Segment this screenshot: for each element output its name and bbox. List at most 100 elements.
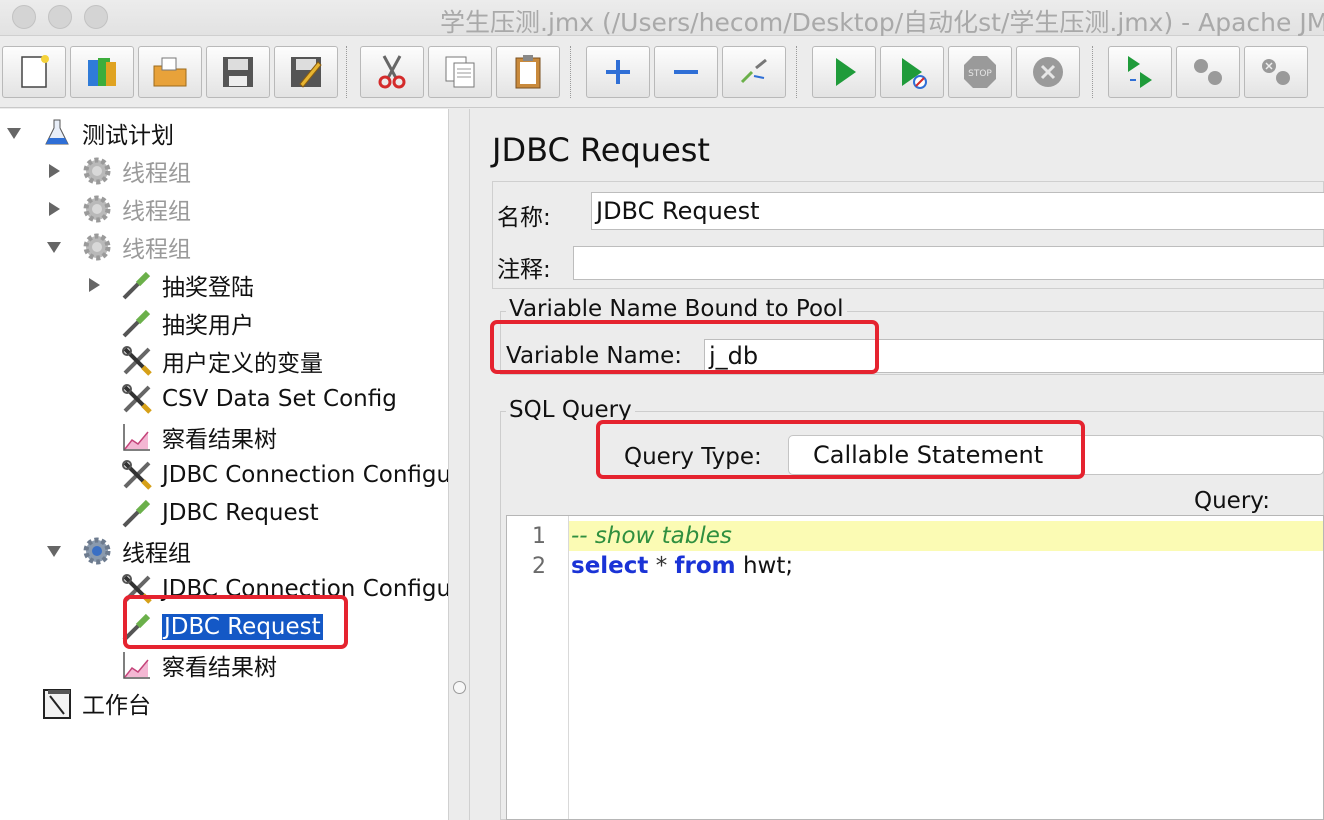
workbench-icon: [38, 685, 76, 721]
query-label: Query:: [1194, 488, 1270, 514]
save-button[interactable]: [206, 46, 270, 98]
save-as-button[interactable]: [274, 46, 338, 98]
name-field[interactable]: JDBC Request: [591, 192, 1324, 230]
tree-item-label: 抽奖用户: [162, 313, 254, 339]
remote-start-icon: [1128, 56, 1152, 88]
zoom-window-button[interactable]: [84, 5, 108, 29]
cut-button[interactable]: [360, 46, 424, 98]
tree-item-label: 工作台: [82, 693, 151, 719]
remote-stop-icon: [1194, 59, 1222, 85]
tree-item-test-plan[interactable]: 测试计划: [38, 115, 174, 151]
window-title: 学生压测.jmx (/Users/hecom/Desktop/自动化st/学生压…: [440, 8, 1324, 37]
tree-item-config[interactable]: CSV Data Set Config: [118, 381, 397, 417]
tree-item-config[interactable]: JDBC Connection Configu: [118, 457, 451, 493]
save-icon: [223, 57, 253, 87]
sql-operator: *: [648, 553, 675, 579]
annotation-box: [123, 595, 348, 649]
expanded-arrow-icon[interactable]: [6, 125, 22, 141]
toolbar-separator: [346, 46, 348, 98]
pipette-icon: [118, 495, 156, 531]
tree-item-sampler[interactable]: JDBC Request: [118, 495, 319, 531]
tree-item-label: 察看结果树: [162, 427, 277, 453]
tree-item-config[interactable]: 用户定义的变量: [118, 343, 323, 379]
expanded-arrow-icon[interactable]: [46, 239, 62, 255]
start-button[interactable]: [812, 46, 876, 98]
new-button[interactable]: [2, 46, 66, 98]
wrench-icon: [118, 457, 156, 493]
minimize-window-button[interactable]: [48, 5, 72, 29]
expanded-arrow-icon[interactable]: [46, 543, 62, 559]
name-comment-section: 名称: JDBC Request 注释:: [492, 181, 1324, 289]
comment-field[interactable]: [573, 246, 1324, 280]
graph-icon: [118, 647, 156, 683]
sql-keyword: from: [674, 553, 736, 579]
stop-button[interactable]: STOP: [948, 46, 1012, 98]
tree-item-workbench[interactable]: 工作台: [38, 685, 151, 721]
pool-group-title: Variable Name Bound to Pool: [506, 296, 847, 322]
shutdown-icon: [1033, 57, 1063, 87]
sql-comment: -- show tables: [571, 523, 732, 549]
expand-all-button[interactable]: [586, 46, 650, 98]
paste-button[interactable]: [496, 46, 560, 98]
open-button[interactable]: [138, 46, 202, 98]
collapse-all-button[interactable]: [654, 46, 718, 98]
toggle-button[interactable]: [722, 46, 786, 98]
code-line-2[interactable]: select * from hwt;: [569, 551, 1323, 581]
templates-icon: [88, 58, 116, 86]
toolbar-separator: [1092, 46, 1094, 98]
pipette-icon: [118, 305, 156, 341]
line-number: 2: [532, 554, 546, 579]
collapsed-arrow-icon[interactable]: [86, 277, 102, 293]
remote-shutdown-icon: [1262, 59, 1290, 85]
query-editor[interactable]: 1 2 -- show tables select * from hwt;: [506, 515, 1324, 820]
gear-icon: [78, 153, 116, 189]
tree-item-label: 用户定义的变量: [162, 351, 323, 377]
collapsed-arrow-icon[interactable]: [46, 201, 62, 217]
tree-item-label: 抽奖登陆: [162, 275, 254, 301]
annotation-box: [490, 320, 879, 374]
toolbar: STOP: [0, 36, 1324, 108]
stop-icon: STOP: [964, 56, 996, 88]
close-window-button[interactable]: [12, 5, 36, 29]
test-plan-tree: 测试计划 线程组 线程组 线程组 抽奖登陆 抽奖用户 用户定义的变量 CSV D…: [0, 109, 451, 820]
start-no-pauses-button[interactable]: [880, 46, 944, 98]
toggle-icon: [740, 58, 767, 84]
collapse-icon: [674, 70, 698, 74]
tree-item-listener[interactable]: 察看结果树: [118, 647, 277, 683]
wrench-icon: [118, 381, 156, 417]
start-icon: [836, 58, 856, 86]
wrench-icon: [118, 343, 156, 379]
tree-item-label: 察看结果树: [162, 655, 277, 681]
pipette-icon: [118, 267, 156, 303]
tree-item-sampler[interactable]: 抽奖用户: [118, 305, 254, 341]
remote-start-button[interactable]: [1108, 46, 1172, 98]
divider-knob[interactable]: [453, 681, 466, 694]
tree-item-thread-group[interactable]: 线程组: [78, 229, 191, 265]
gear-icon: [78, 191, 116, 227]
save-as-icon: [291, 57, 322, 88]
annotation-box: [596, 420, 1085, 479]
tree-item-thread-group[interactable]: 线程组: [78, 533, 191, 569]
tree-item-label: JDBC Request: [162, 500, 319, 526]
cut-icon: [378, 55, 406, 89]
copy-button[interactable]: [428, 46, 492, 98]
test-plan-icon: [38, 115, 76, 151]
toolbar-separator: [570, 46, 572, 98]
remote-shutdown-button[interactable]: [1244, 46, 1308, 98]
tree-item-thread-group[interactable]: 线程组: [78, 191, 191, 227]
page-title: JDBC Request: [492, 131, 710, 169]
shutdown-button[interactable]: [1016, 46, 1080, 98]
comment-label: 注释:: [497, 257, 551, 283]
gear-icon: [78, 533, 116, 569]
remote-stop-button[interactable]: [1176, 46, 1240, 98]
code-line-1[interactable]: -- show tables: [569, 521, 1323, 551]
collapsed-arrow-icon[interactable]: [46, 163, 62, 179]
tree-item-listener[interactable]: 察看结果树: [118, 419, 277, 455]
tree-item-sampler[interactable]: 抽奖登陆: [118, 267, 254, 303]
split-pane-divider[interactable]: [448, 109, 470, 820]
graph-icon: [118, 419, 156, 455]
templates-button[interactable]: [70, 46, 134, 98]
tree-item-thread-group[interactable]: 线程组: [78, 153, 191, 189]
new-icon: [21, 55, 49, 88]
paste-icon: [515, 55, 541, 89]
